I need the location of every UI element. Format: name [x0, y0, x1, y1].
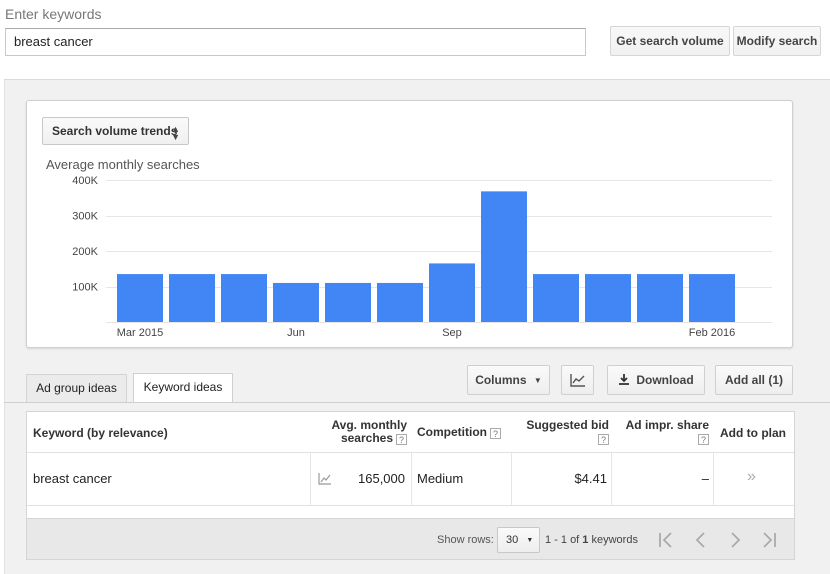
chart-bar[interactable]: [169, 274, 215, 322]
get-search-volume-button[interactable]: Get search volume: [610, 26, 730, 56]
header-impr-label: Ad impr. share: [625, 418, 709, 432]
show-rows-label: Show rows:: [437, 534, 494, 546]
cell-divider: [310, 453, 311, 505]
header-competition-label: Competition: [417, 425, 487, 439]
cell-divider: [713, 453, 714, 505]
last-page-icon[interactable]: [759, 530, 779, 550]
add-to-plan-button[interactable]: »: [747, 468, 756, 486]
header-competition[interactable]: Competition?: [417, 425, 501, 439]
download-label: Download: [636, 373, 694, 387]
suggested-bid-cell: $4.41: [574, 471, 607, 486]
header-add-to-plan: Add to plan: [720, 426, 786, 440]
header-ad-impr-share[interactable]: Ad impr. share ?: [617, 419, 709, 445]
previous-page-icon[interactable]: [691, 530, 711, 550]
row-divider: [27, 505, 794, 506]
columns-label: Columns: [475, 373, 527, 387]
competition-cell: Medium: [417, 471, 464, 486]
chart-bar[interactable]: [377, 282, 423, 322]
sort-arrows-icon: ▲ ▼: [171, 124, 180, 142]
modify-search-button[interactable]: Modify search: [733, 26, 821, 56]
first-page-icon[interactable]: [656, 530, 676, 550]
chart-bar[interactable]: [481, 191, 527, 322]
chart-title: Average monthly searches: [46, 157, 200, 172]
keywords-label: Enter keywords: [5, 6, 102, 22]
header-avg-monthly-searches[interactable]: Avg. monthly searches?: [325, 419, 407, 445]
chart-bar[interactable]: [325, 282, 371, 322]
search-volume-trends-dropdown[interactable]: Search volume trends ▲ ▼: [42, 117, 189, 145]
y-tick-label: 300K: [72, 211, 98, 223]
ad-impr-share-cell: –: [701, 471, 709, 486]
next-page-icon[interactable]: [725, 530, 745, 550]
range-suffix: keywords: [588, 534, 638, 546]
chart-bar[interactable]: [117, 274, 163, 322]
chart-bar[interactable]: [637, 274, 683, 322]
chart-bar[interactable]: [585, 274, 631, 322]
keywords-input[interactable]: breast cancer: [5, 28, 586, 56]
help-icon[interactable]: ?: [598, 434, 609, 445]
chart-bar[interactable]: [221, 274, 267, 322]
cell-divider: [511, 453, 512, 505]
line-chart-icon: [569, 374, 585, 387]
cell-divider: [411, 453, 412, 505]
header-keyword[interactable]: Keyword (by relevance): [33, 426, 168, 440]
tab-ad-group-ideas[interactable]: Ad group ideas: [26, 374, 127, 402]
x-tick-label: Jun: [287, 327, 305, 339]
chart-bar[interactable]: [533, 274, 579, 322]
caret-down-icon: ▼: [533, 376, 542, 385]
header-bid-label: Suggested bid: [526, 418, 609, 432]
help-icon[interactable]: ?: [698, 434, 709, 445]
header-avg-line1: Avg. monthly: [331, 418, 407, 432]
header-avg-line2: searches: [340, 431, 393, 445]
help-icon[interactable]: ?: [490, 428, 501, 439]
range-prefix: 1 - 1 of: [545, 534, 583, 546]
pagination-range: 1 - 1 of 1 keywords: [545, 534, 638, 546]
download-icon: [619, 374, 630, 385]
columns-button[interactable]: Columns ▼: [467, 365, 550, 395]
caret-down-icon: ▼: [526, 537, 534, 544]
keyword-cell: breast cancer: [33, 471, 112, 486]
header-suggested-bid[interactable]: Suggested bid ?: [515, 419, 609, 445]
rows-per-page-select[interactable]: 30 ▼: [497, 527, 540, 553]
chart-bar[interactable]: [689, 274, 735, 322]
chart-bar[interactable]: [273, 282, 319, 322]
x-tick-label: Feb 2016: [689, 327, 735, 339]
search-volume-chart: 100K 200K 300K 400K Mar 2015 Jun Sep Feb 2016: [72, 176, 772, 339]
trend-dropdown-label: Search volume trends: [52, 124, 178, 138]
x-tick-label: Mar 2015: [117, 327, 163, 339]
avg-searches-cell: 165,000: [358, 471, 405, 486]
tab-keyword-ideas[interactable]: Keyword ideas: [133, 373, 233, 403]
y-tick-label: 400K: [72, 176, 98, 187]
table-footer: [26, 519, 795, 560]
cell-divider: [611, 453, 612, 505]
keyword-ideas-table: Keyword (by relevance) Avg. monthly sear…: [26, 411, 795, 519]
rows-value: 30: [506, 534, 519, 546]
y-tick-label: 100K: [72, 282, 98, 294]
y-tick-label: 200K: [72, 246, 98, 258]
tab-divider: [4, 402, 830, 403]
help-icon[interactable]: ?: [396, 434, 407, 445]
add-all-button[interactable]: Add all (1): [715, 365, 793, 395]
download-button[interactable]: Download: [607, 365, 705, 395]
chart-toggle-button[interactable]: [561, 365, 594, 395]
chart-bar[interactable]: [429, 263, 475, 322]
x-tick-label: Sep: [442, 327, 462, 339]
